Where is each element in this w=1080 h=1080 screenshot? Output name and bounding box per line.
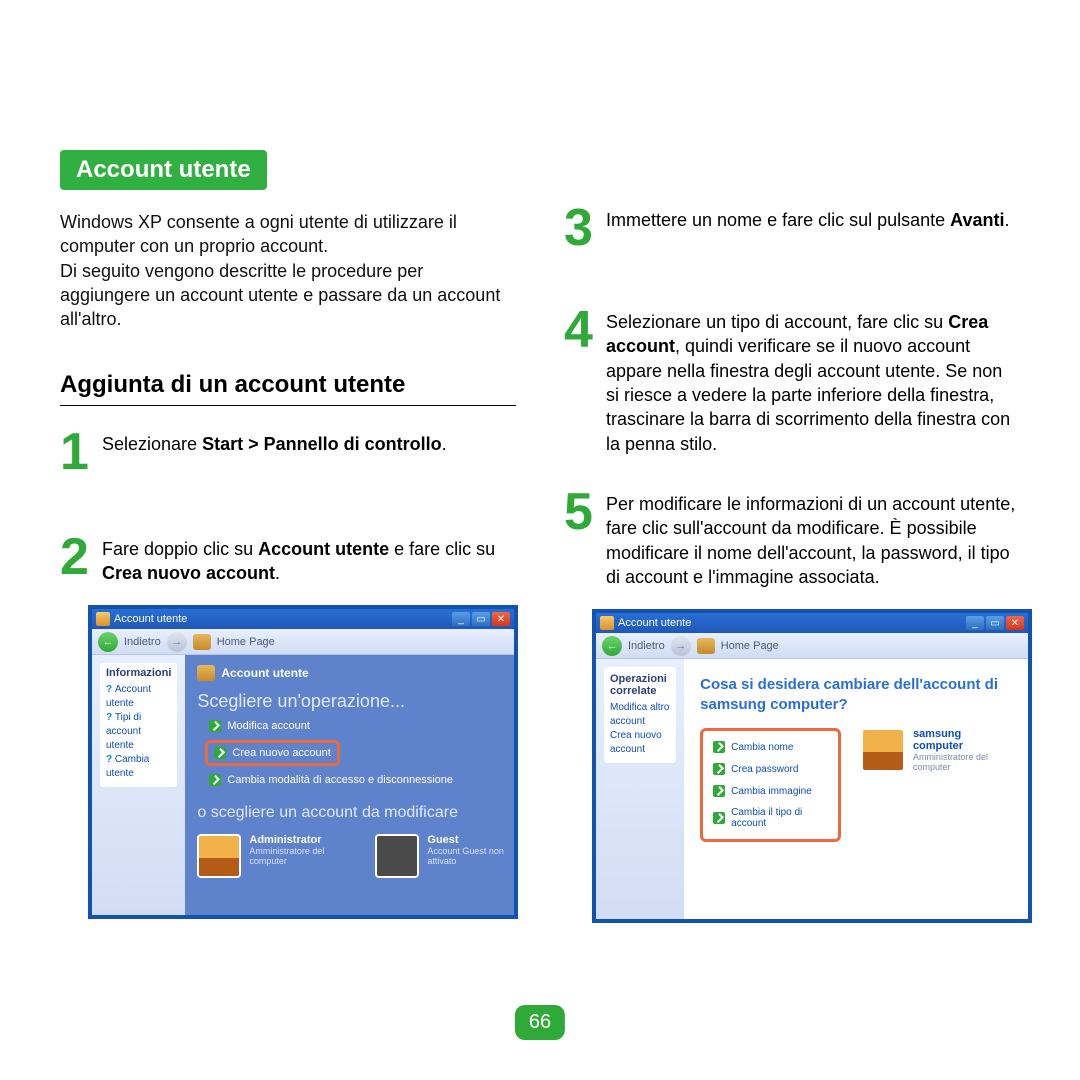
window-titlebar[interactable]: Account utente _ ▭ ✕ [92,609,514,629]
step-number: 4 [564,308,596,456]
sidebar-link[interactable]: Modifica altro account [610,701,670,729]
step-4: 4 Selezionare un tipo di account, fare c… [564,308,1020,456]
option-change-logon[interactable]: Cambia modalità di accesso e disconnessi… [209,774,525,786]
arrow-icon [713,763,725,775]
opt-change-name[interactable]: Cambia nome [713,741,828,753]
arrow-icon [713,741,725,753]
left-column: Account utente Windows XP consente a ogn… [60,150,516,923]
prompt-choose-task: Scegliere un'operazione... [197,691,525,712]
sidebar-header: Informazioni [106,667,171,679]
app-icon [96,612,110,626]
avatar [375,834,419,878]
step-2: 2 Fare doppio clic su Account utente e f… [60,535,516,586]
home-label: Home Page [217,636,275,648]
app-icon [600,616,614,630]
opt-change-picture[interactable]: Cambia immagine [713,785,828,797]
main-panel: Account utente Scegliere un'operazione..… [185,655,537,915]
sidebar-header: Operazioni correlate [610,673,670,697]
opt-change-type[interactable]: Cambia il tipo di account [713,807,828,829]
step-text: Per modificare le informazioni di un acc… [606,490,1020,589]
back-label: Indietro [628,640,665,652]
option-create[interactable]: Crea nuovo account [214,747,330,759]
close-button[interactable]: ✕ [492,612,510,626]
right-column: 3 Immettere un nome e fare clic sul puls… [564,150,1020,923]
opt-create-password[interactable]: Crea password [713,763,828,775]
minimize-button[interactable]: _ [452,612,470,626]
window-title: Account utente [114,613,452,625]
home-icon[interactable] [697,638,715,654]
section-tag: Account utente [60,150,267,190]
step-number: 5 [564,490,596,589]
window-toolbar: ← Indietro → Home Page [596,633,1028,659]
home-icon[interactable] [193,634,211,650]
prompt-pick-account: o scegliere un account da modificare [197,804,525,822]
sidebar: Operazioni correlate Modifica altro acco… [596,659,684,919]
step-number: 1 [60,430,92,474]
step-5: 5 Per modificare le informazioni di un a… [564,490,1020,589]
step-text: Selezionare Start > Pannello di controll… [102,430,447,474]
window-toolbar: ← Indietro → Home Page [92,629,514,655]
maximize-button[interactable]: ▭ [472,612,490,626]
sidebar-link[interactable]: Crea nuovo account [610,729,670,757]
step-text: Immettere un nome e fare clic sul pulsan… [606,206,1010,250]
arrow-icon [209,720,221,732]
highlight-options: Cambia nome Crea password Cambia immagin… [700,728,841,842]
arrow-icon [214,747,226,759]
question-text: Cosa si desidera cambiare dell'account d… [700,675,1012,714]
avatar [197,834,241,878]
sidebar-link[interactable]: Account utente [106,683,171,711]
step-number: 2 [60,535,92,586]
forward-button[interactable]: → [167,632,187,652]
sidebar-link[interactable]: Tipi di account utente [106,711,171,753]
main-panel: Cosa si desidera cambiare dell'account d… [684,659,1028,919]
option-modify[interactable]: Modifica account [209,720,525,732]
close-button[interactable]: ✕ [1006,616,1024,630]
arrow-icon [713,785,725,797]
highlight-create-account: Crea nuovo account [205,740,339,766]
arrow-icon [713,812,725,824]
minimize-button[interactable]: _ [966,616,984,630]
forward-button[interactable]: → [671,636,691,656]
intro-text: Windows XP consente a ogni utente di uti… [60,210,516,331]
maximize-button[interactable]: ▭ [986,616,1004,630]
step-text: Selezionare un tipo di account, fare cli… [606,308,1020,456]
arrow-icon [209,774,221,786]
home-label: Home Page [721,640,779,652]
sidebar-link[interactable]: Cambia utente [106,753,171,781]
step-number: 3 [564,206,596,250]
screenshot-change-account: Account utente _ ▭ ✕ ← Indietro → Home P… [592,609,1032,923]
screenshot-user-accounts: Account utente _ ▭ ✕ ← Indietro → Home P… [88,605,518,919]
people-icon [197,665,215,681]
avatar [861,728,905,772]
step-text: Fare doppio clic su Account utente e far… [102,535,516,586]
sidebar: Informazioni Account utente Tipi di acco… [92,655,185,915]
step-1: 1 Selezionare Start > Pannello di contro… [60,430,516,474]
page-number: 66 [515,1005,565,1040]
back-button[interactable]: ← [98,632,118,652]
account-guest[interactable]: GuestAccount Guest non attivato [375,834,525,878]
subheading: Aggiunta di un account utente [60,371,516,406]
window-titlebar[interactable]: Account utente _ ▭ ✕ [596,613,1028,633]
step-3: 3 Immettere un nome e fare clic sul puls… [564,206,1020,250]
back-button[interactable]: ← [602,636,622,656]
account-summary[interactable]: samsung computerAmministratore del compu… [861,728,1012,772]
back-label: Indietro [124,636,161,648]
window-title: Account utente [618,617,966,629]
account-admin[interactable]: AdministratorAmministratore del computer [197,834,347,878]
